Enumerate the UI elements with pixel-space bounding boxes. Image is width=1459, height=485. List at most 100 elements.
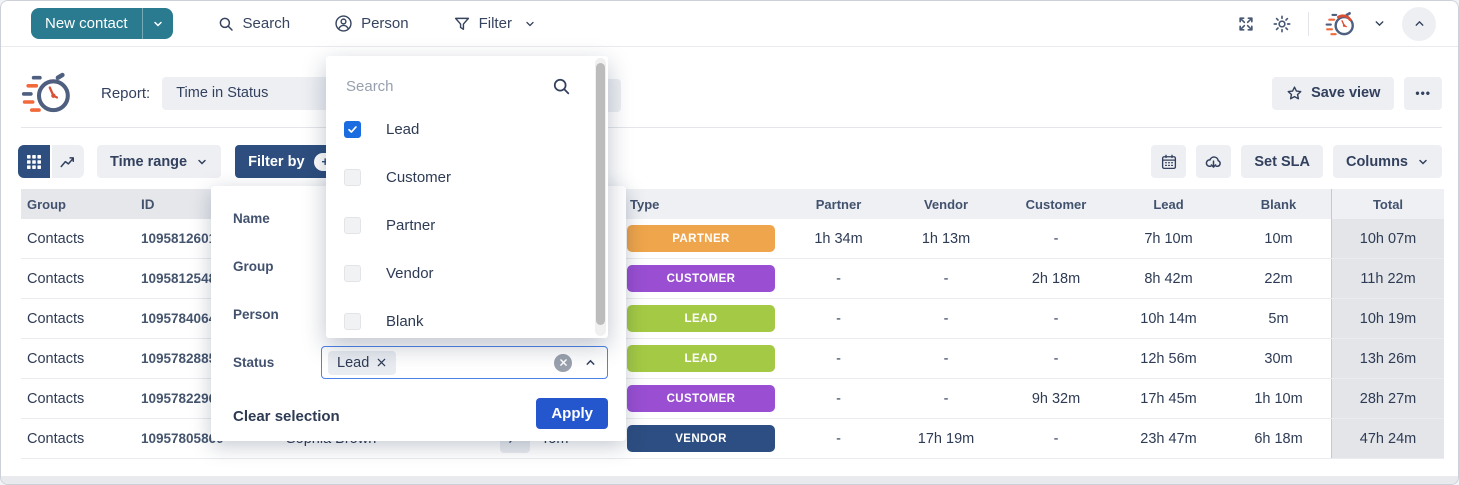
header-partner[interactable]: Partner <box>786 189 891 219</box>
option-vendor[interactable]: Vendor <box>344 265 434 282</box>
header-divider <box>21 127 1442 128</box>
new-contact-button[interactable]: New contact <box>31 8 142 39</box>
checkbox-icon[interactable] <box>344 217 361 234</box>
status-multiselect[interactable]: Lead <box>321 346 608 379</box>
search-icon <box>217 15 235 33</box>
calendar-button[interactable] <box>1151 145 1186 178</box>
status-options-dropdown: Lead Customer Partner Vendor Blank <box>326 56 608 338</box>
option-label: Vendor <box>386 265 434 282</box>
clear-all-icon[interactable] <box>554 354 572 372</box>
option-lead[interactable]: Lead <box>344 121 419 138</box>
report-label: Report: <box>101 85 150 102</box>
cell-vendor: - <box>891 299 1001 338</box>
option-partner[interactable]: Partner <box>344 217 435 234</box>
cell-customer: 9h 32m <box>1001 379 1111 418</box>
cell-partner: - <box>786 259 891 298</box>
cell-vendor: 17h 19m <box>891 419 1001 458</box>
cell-blank: 22m <box>1226 259 1331 298</box>
cell-blank: 5m <box>1226 299 1331 338</box>
table-view-button[interactable] <box>18 145 50 178</box>
apply-button[interactable]: Apply <box>536 398 608 429</box>
option-blank[interactable]: Blank <box>344 313 424 330</box>
chevron-up-icon[interactable] <box>584 356 597 369</box>
cell-partner: - <box>786 419 891 458</box>
checkbox-checked-icon[interactable] <box>344 121 361 138</box>
cell-customer: 2h 18m <box>1001 259 1111 298</box>
header-customer[interactable]: Customer <box>1001 189 1111 219</box>
gear-icon[interactable] <box>1272 14 1292 34</box>
topbar-filter[interactable]: Filter <box>453 15 536 33</box>
set-sla-button[interactable]: Set SLA <box>1241 145 1323 178</box>
cell-type: CUSTOMER <box>626 379 786 418</box>
checkbox-icon[interactable] <box>344 169 361 186</box>
cell-partner: - <box>786 339 891 378</box>
calendar-icon <box>1160 153 1178 171</box>
columns-dropdown[interactable]: Columns <box>1333 145 1442 178</box>
line-chart-icon <box>59 153 77 171</box>
cell-customer: - <box>1001 219 1111 258</box>
chart-view-button[interactable] <box>52 145 84 178</box>
cell-total: 11h 22m <box>1331 259 1444 298</box>
cell-type: LEAD <box>626 339 786 378</box>
topbar-person[interactable]: Person <box>334 14 409 33</box>
star-icon <box>1286 85 1303 102</box>
cell-customer: - <box>1001 339 1111 378</box>
chip-remove-icon[interactable] <box>376 357 387 368</box>
new-contact-caret[interactable] <box>142 8 173 39</box>
chevron-down-icon[interactable] <box>1373 17 1386 30</box>
scrollbar-thumb[interactable] <box>596 63 605 325</box>
cell-type: CUSTOMER <box>626 259 786 298</box>
report-header: Report: Time in Status Save view ••• <box>21 61 1442 125</box>
cell-blank: 6h 18m <box>1226 419 1331 458</box>
cell-group: Contacts <box>21 379 131 418</box>
header-lead[interactable]: Lead <box>1111 189 1226 219</box>
dropdown-search-input[interactable] <box>346 78 568 95</box>
type-badge: LEAD <box>627 305 775 332</box>
dropdown-search[interactable] <box>346 72 568 100</box>
cell-total: 10h 07m <box>1331 219 1444 258</box>
collapse-topbar-button[interactable] <box>1402 7 1436 41</box>
cell-partner: - <box>786 299 891 338</box>
checkbox-icon[interactable] <box>344 313 361 330</box>
checkbox-icon[interactable] <box>344 265 361 282</box>
cell-lead: 7h 10m <box>1111 219 1226 258</box>
filter-status-label: Status <box>233 355 274 370</box>
header-group[interactable]: Group <box>21 189 131 219</box>
option-customer[interactable]: Customer <box>344 169 451 186</box>
cell-group: Contacts <box>21 219 131 258</box>
app-logo-icon[interactable] <box>1325 8 1357 40</box>
filter-person-label: Person <box>233 307 279 322</box>
header-total[interactable]: Total <box>1331 189 1444 219</box>
app-logo-large-icon <box>21 66 75 120</box>
header-vendor[interactable]: Vendor <box>891 189 1001 219</box>
cell-lead: 10h 14m <box>1111 299 1226 338</box>
person-icon <box>334 14 353 33</box>
header-blank[interactable]: Blank <box>1226 189 1331 219</box>
clear-selection-button[interactable]: Clear selection <box>233 408 340 425</box>
topbar-search[interactable]: Search <box>217 15 291 33</box>
filter-group-label: Group <box>233 259 274 274</box>
grid-icon <box>26 154 42 170</box>
export-button[interactable] <box>1196 145 1231 178</box>
option-label: Customer <box>386 169 451 186</box>
header-type[interactable]: Type <box>626 189 786 219</box>
cell-blank: 1h 10m <box>1226 379 1331 418</box>
time-range-dropdown[interactable]: Time range <box>97 145 221 178</box>
cell-blank: 10m <box>1226 219 1331 258</box>
new-contact-split-button[interactable]: New contact <box>31 8 173 39</box>
chevron-down-icon <box>196 156 208 168</box>
cell-type: PARTNER <box>626 219 786 258</box>
cell-partner: - <box>786 379 891 418</box>
more-options-button[interactable]: ••• <box>1404 77 1442 110</box>
type-badge: VENDOR <box>627 425 775 452</box>
save-view-button[interactable]: Save view <box>1272 77 1394 110</box>
cloud-download-icon <box>1204 152 1223 171</box>
cell-lead: 23h 47m <box>1111 419 1226 458</box>
cell-lead: 8h 42m <box>1111 259 1226 298</box>
cell-group: Contacts <box>21 339 131 378</box>
chevron-down-icon <box>1417 156 1429 168</box>
fullscreen-icon[interactable] <box>1236 14 1256 34</box>
status-chip-lead: Lead <box>328 351 396 375</box>
top-toolbar: New contact Search Person Filter <box>1 1 1458 47</box>
cell-total: 28h 27m <box>1331 379 1444 418</box>
